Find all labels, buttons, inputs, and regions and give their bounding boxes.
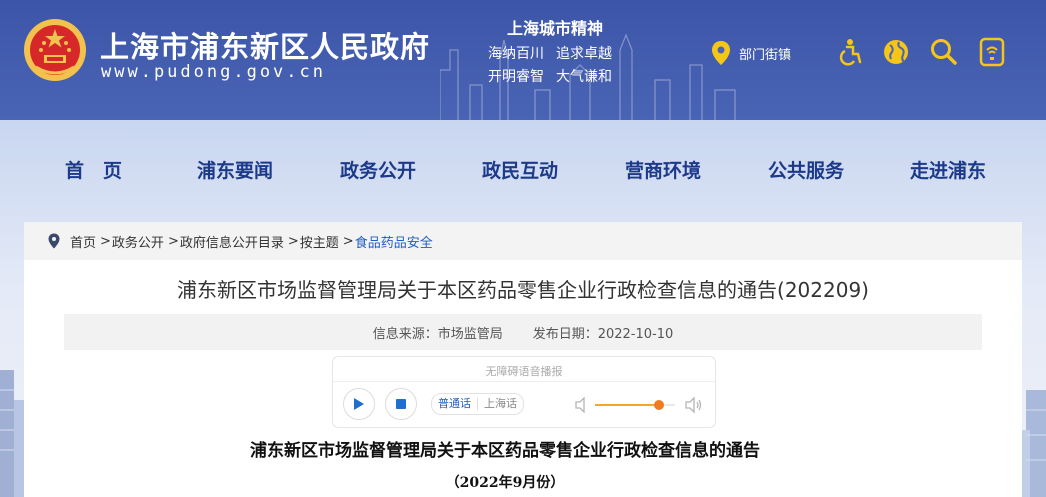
article-title: 浦东新区市场监督管理局关于本区药品零售企业行政检查信息的通告(202209) [177, 278, 869, 302]
nav-item-public-services[interactable]: 公共服务 [768, 156, 844, 183]
site-title[interactable]: 上海市浦东新区人民政府 [100, 24, 430, 66]
breadcrumb-separator: > [287, 233, 299, 249]
audio-player-title: 无障碍语音播报 [485, 365, 563, 378]
article-meta: 信息来源：市场监管局 发布日期：2022-10-10 [64, 314, 982, 350]
language-shanghainese[interactable]: 上海话 [478, 394, 523, 414]
volume-low-icon[interactable] [575, 397, 589, 413]
accessibility-icon[interactable] [835, 37, 865, 67]
dept-street-label: 部门街镇 [739, 47, 792, 63]
article-source: 信息来源：市场监管局 [372, 326, 503, 342]
right-building-decoration [1022, 390, 1046, 497]
article-card: 首页 > 政务公开 > 政府信息公开目录 > 按主题 > 食品药品安全 浦东新区… [24, 222, 1022, 497]
volume-fill [595, 404, 659, 406]
site-header: 上海市浦东新区人民政府 www.pudong.gov.cn 上海城市精神 海纳百… [0, 0, 1046, 120]
main-nav: 首 页 浦东要闻 政务公开 政民互动 营商环境 公共服务 走进浦东 [0, 150, 1046, 186]
mobile-icon[interactable] [977, 37, 1007, 67]
breadcrumb-food-drug-safety[interactable]: 食品药品安全 [355, 232, 433, 251]
volume-slider[interactable] [595, 400, 675, 410]
play-button[interactable] [343, 388, 375, 420]
city-spirit-phrase: 开明睿智 [488, 69, 544, 85]
audio-player: 无障碍语音播报 普通话 上海话 [332, 356, 716, 428]
breadcrumb: 首页 > 政务公开 > 政府信息公开目录 > 按主题 > 食品药品安全 [24, 222, 1022, 260]
volume-handle[interactable] [654, 400, 664, 410]
breadcrumb-separator: > [100, 233, 111, 249]
search-icon[interactable] [929, 37, 959, 67]
location-pin-icon [48, 233, 60, 249]
city-spirit-phrase: 大气谦和 [556, 69, 612, 85]
nav-item-pudong-news[interactable]: 浦东要闻 [197, 156, 273, 183]
nav-item-public-interaction[interactable]: 政民互动 [482, 156, 558, 183]
city-spirit-title: 上海城市精神 [506, 19, 603, 38]
nav-item-home[interactable]: 首 页 [65, 156, 122, 183]
language-mandarin[interactable]: 普通话 [432, 394, 477, 414]
breadcrumb-government-affairs[interactable]: 政务公开 [112, 232, 164, 251]
breadcrumb-separator: > [167, 233, 179, 249]
dept-street-link[interactable]: 部门街镇 [711, 40, 791, 66]
city-spirit-line: 海纳百川 追求卓越 [488, 43, 624, 63]
document-subheading: （2022年9月份） [445, 475, 565, 491]
play-icon [354, 398, 364, 410]
national-emblem-icon[interactable] [22, 17, 88, 83]
nav-item-about-pudong[interactable]: 走进浦东 [910, 156, 986, 183]
city-spirit-phrase: 海纳百川 [488, 46, 544, 62]
breadcrumb-disclosure-catalog[interactable]: 政府信息公开目录 [180, 232, 284, 251]
nav-item-business-environment[interactable]: 营商环境 [625, 156, 701, 183]
nav-item-government-affairs[interactable]: 政务公开 [340, 156, 416, 183]
volume-high-icon[interactable] [685, 396, 703, 414]
language-toggle: 普通话 上海话 [431, 393, 524, 415]
breadcrumb-separator: > [342, 233, 354, 249]
left-building-decoration [0, 370, 26, 497]
city-spirit-phrase: 追求卓越 [556, 46, 612, 62]
city-spirit-line: 开明睿智 大气谦和 [488, 66, 624, 86]
location-pin-icon [712, 41, 730, 65]
stop-button[interactable] [385, 388, 417, 420]
stop-icon [396, 399, 406, 409]
globe-icon[interactable] [881, 37, 911, 67]
site-url: www.pudong.gov.cn [101, 62, 326, 82]
breadcrumb-by-topic[interactable]: 按主题 [300, 232, 339, 251]
document-heading: 浦东新区市场监督管理局关于本区药品零售企业行政检查信息的通告 [250, 441, 760, 461]
article-date: 发布日期：2022-10-10 [532, 326, 674, 342]
breadcrumb-home[interactable]: 首页 [70, 232, 96, 251]
